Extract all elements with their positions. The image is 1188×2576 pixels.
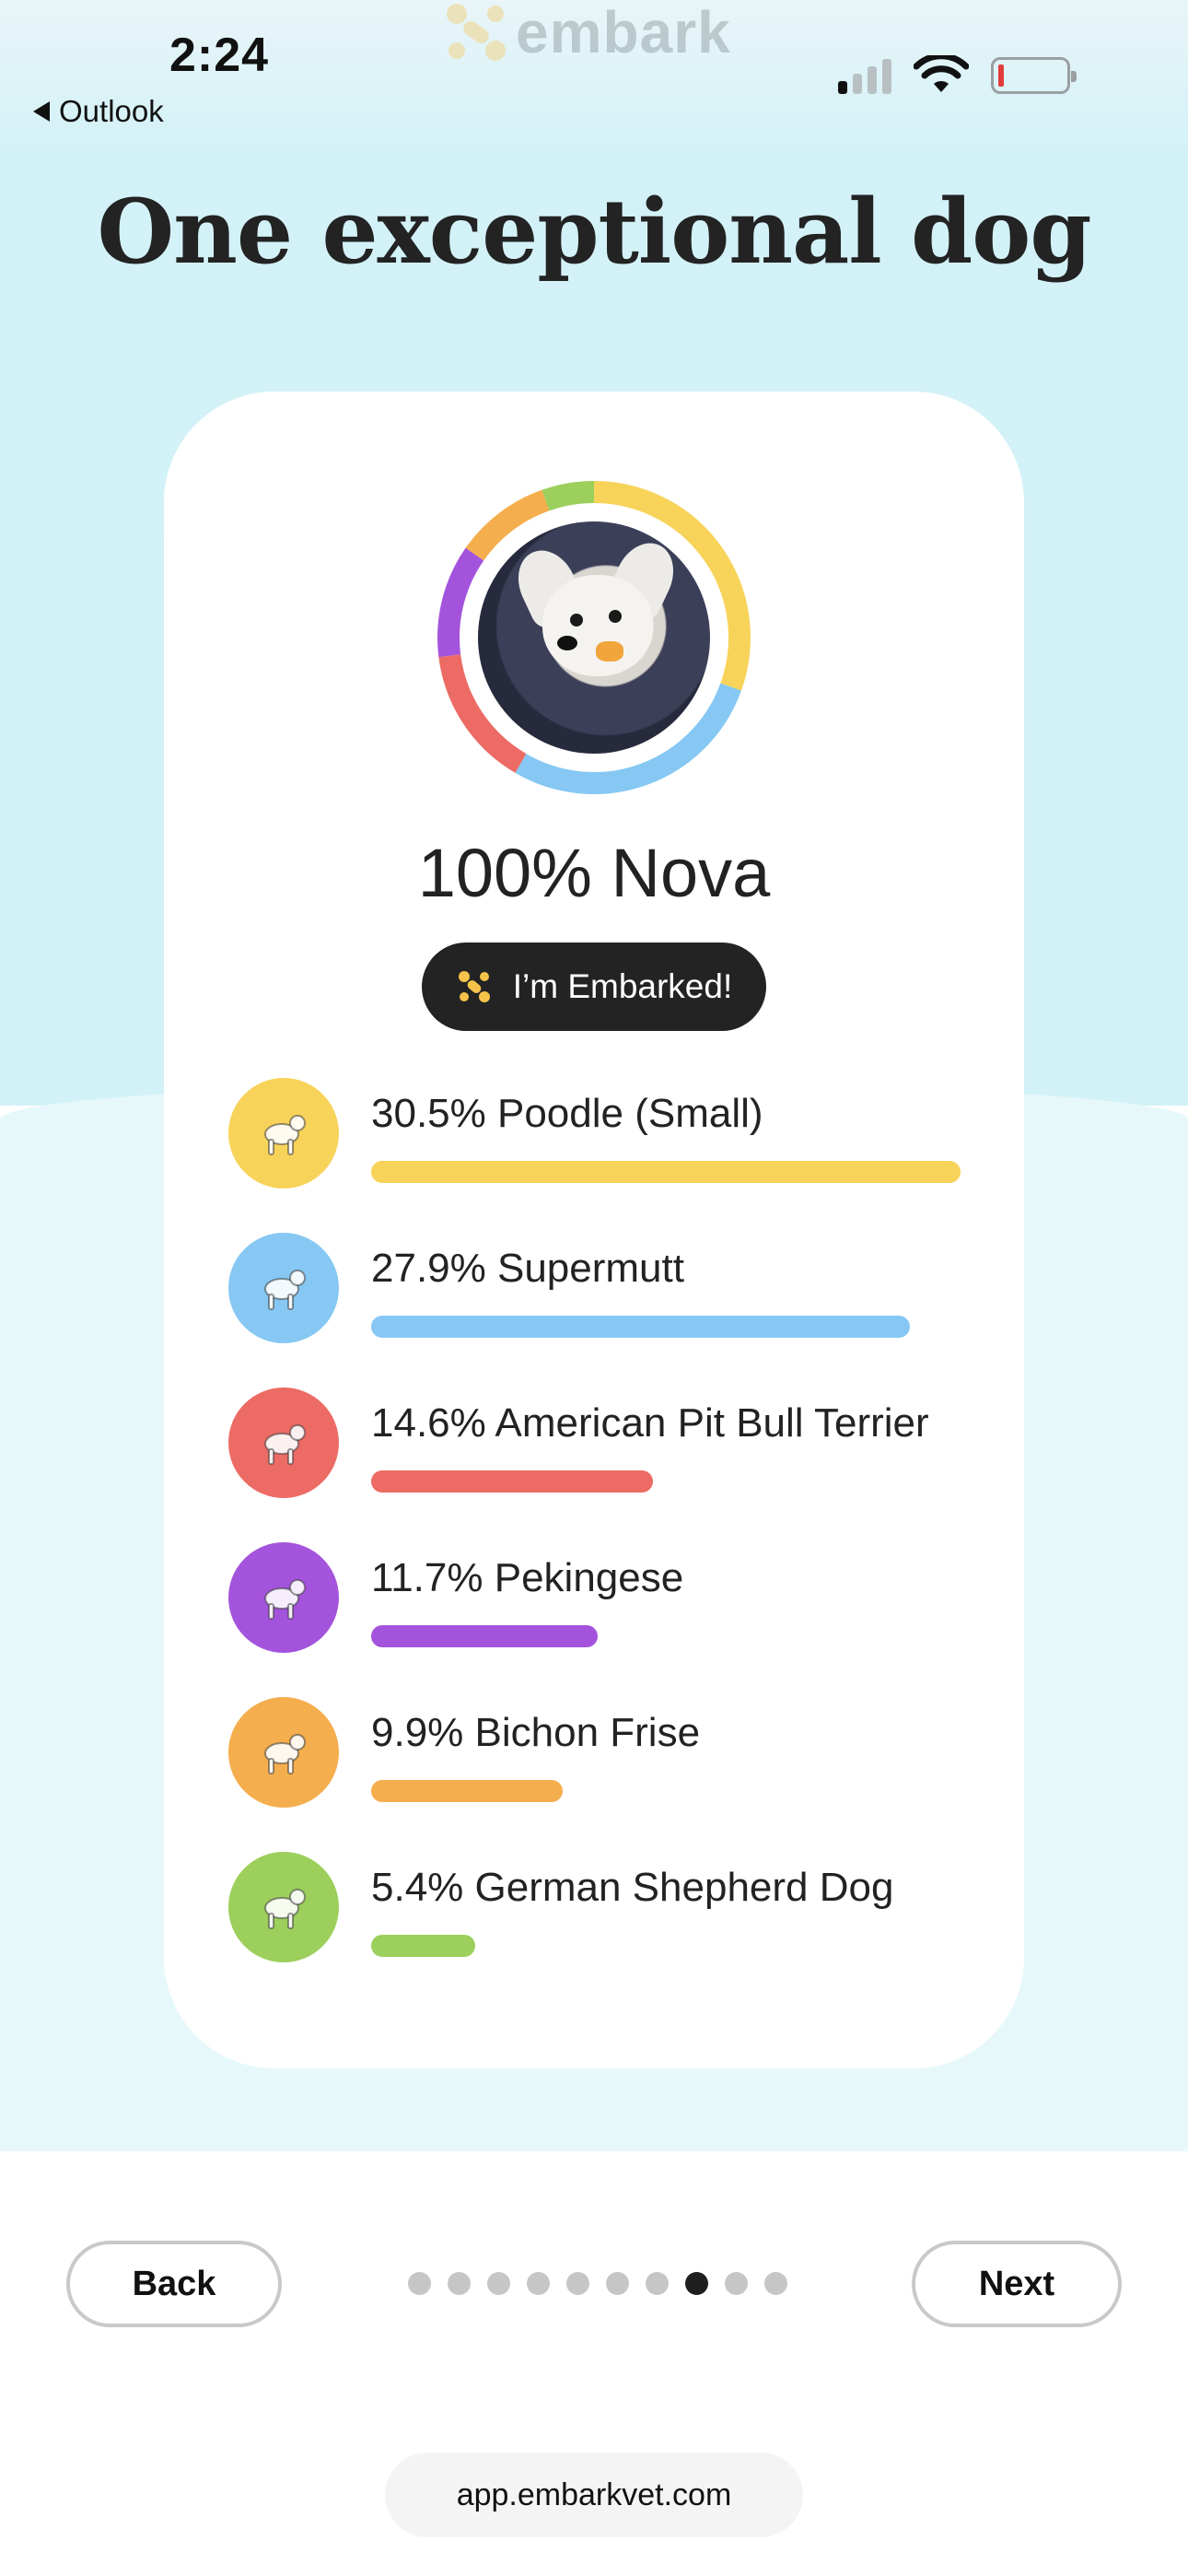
- ring-segment: [437, 547, 484, 658]
- breed-label: 9.9% Bichon Frise: [371, 1710, 701, 1755]
- breed-label: 5.4% German Shepherd Dog: [371, 1865, 894, 1910]
- pit-bull-icon: [228, 1388, 339, 1498]
- url-bar[interactable]: app.embarkvet.com: [385, 2453, 803, 2537]
- breed-row[interactable]: 14.6% American Pit Bull Terrier: [228, 1388, 993, 1507]
- page-dot[interactable]: [725, 2272, 748, 2295]
- breed-row[interactable]: 27.9% Supermutt: [228, 1233, 993, 1352]
- breed-label: 11.7% Pekingese: [371, 1555, 684, 1600]
- back-triangle-icon: [33, 101, 50, 122]
- breed-card: 100% Nova I’m Embarked! 30.5% Poodle (Sm…: [164, 392, 1024, 2068]
- breed-percent-bar: [371, 1780, 563, 1802]
- ring-segment: [542, 481, 595, 511]
- page-dot[interactable]: [606, 2272, 629, 2295]
- badge-label: I’m Embarked!: [512, 967, 733, 1005]
- ancestry-ring: [436, 479, 752, 796]
- page-dot[interactable]: [448, 2272, 471, 2295]
- page-title: One exceptional dog: [97, 180, 1092, 284]
- page-dot[interactable]: [408, 2272, 431, 2295]
- page-indicator: [408, 2272, 787, 2295]
- bone-icon: [456, 968, 493, 1005]
- breed-percent-bar: [371, 1161, 961, 1183]
- breed-label: 30.5% Poodle (Small): [371, 1091, 763, 1136]
- embarked-badge[interactable]: I’m Embarked!: [422, 943, 766, 1031]
- back-to-app-link[interactable]: Outlook: [33, 94, 164, 129]
- dog-photo: [478, 521, 710, 754]
- page-dot[interactable]: [487, 2272, 510, 2295]
- breed-label: 14.6% American Pit Bull Terrier: [371, 1400, 929, 1446]
- status-time: 2:24: [169, 29, 270, 82]
- pekingese-icon: [228, 1542, 339, 1653]
- page-dot[interactable]: [764, 2272, 787, 2295]
- wifi-icon: [914, 55, 969, 92]
- breed-row[interactable]: 9.9% Bichon Frise: [228, 1697, 993, 1817]
- breed-percent-bar: [371, 1316, 910, 1338]
- back-app-label: Outlook: [59, 94, 164, 128]
- breed-label: 27.9% Supermutt: [371, 1246, 684, 1291]
- logo-text: embark: [516, 0, 731, 65]
- page-dot[interactable]: [527, 2272, 550, 2295]
- breed-row[interactable]: 30.5% Poodle (Small): [228, 1078, 993, 1198]
- next-button[interactable]: Next: [912, 2241, 1122, 2327]
- embark-logo: embark: [444, 0, 731, 65]
- page-dot[interactable]: [685, 2272, 708, 2295]
- breed-row[interactable]: 5.4% German Shepherd Dog: [228, 1852, 993, 1972]
- dog-name: 100% Nova: [417, 835, 771, 911]
- status-icons: [838, 55, 1077, 96]
- back-button[interactable]: Back: [66, 2241, 282, 2327]
- battery-icon: [991, 57, 1077, 94]
- poodle-icon: [228, 1078, 339, 1188]
- cellular-signal-icon: [838, 57, 891, 94]
- breed-row[interactable]: 11.7% Pekingese: [228, 1542, 993, 1662]
- bone-icon: [447, 4, 506, 61]
- breed-percent-bar: [371, 1935, 475, 1957]
- page-dot[interactable]: [646, 2272, 669, 2295]
- supermutt-shield-icon: [228, 1233, 339, 1343]
- url-text: app.embarkvet.com: [456, 2476, 732, 2512]
- german-shepherd-icon: [228, 1852, 339, 1962]
- breed-percent-bar: [371, 1470, 653, 1493]
- breed-percent-bar: [371, 1625, 598, 1647]
- page-dot[interactable]: [566, 2272, 589, 2295]
- bichon-frise-icon: [228, 1697, 339, 1808]
